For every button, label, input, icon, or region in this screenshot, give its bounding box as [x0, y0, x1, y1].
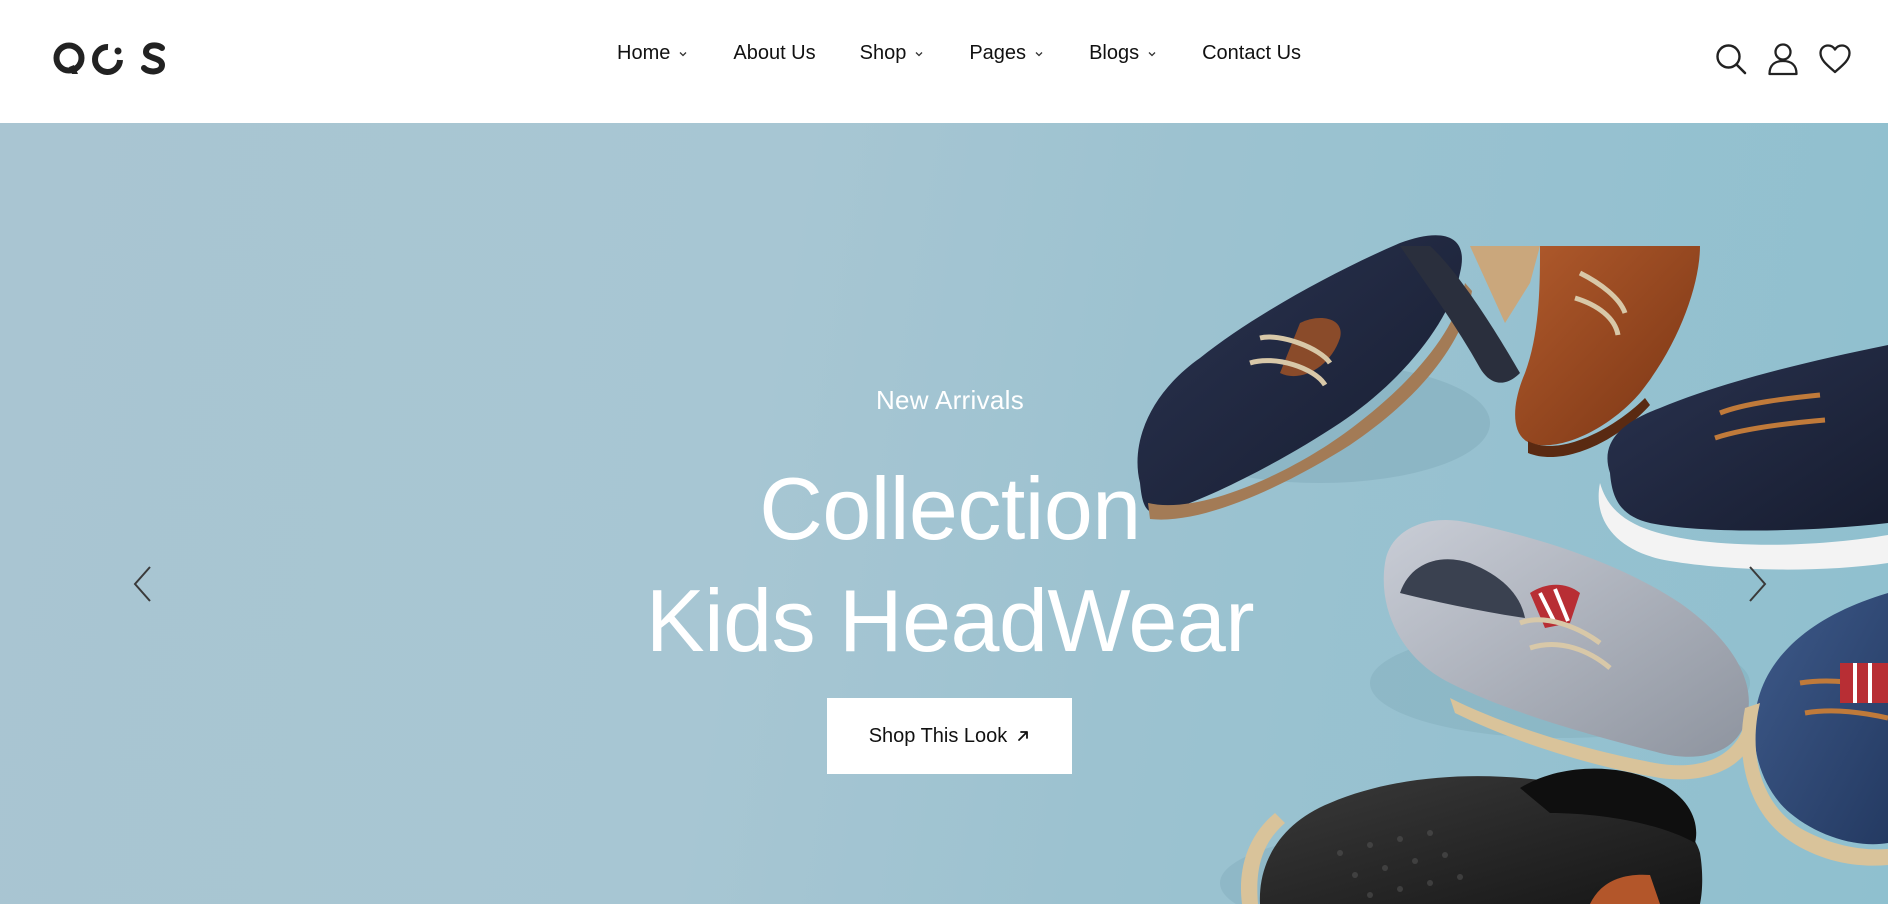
chevron-down-icon — [1148, 51, 1156, 56]
slider-prev-button[interactable] — [122, 561, 162, 607]
nav-item-blogs[interactable]: Blogs — [1089, 42, 1158, 65]
nav-item-label: About Us — [733, 42, 816, 64]
cta-label: Shop This Look — [868, 724, 1008, 747]
chevron-down-icon — [679, 51, 687, 56]
nav-item-label: Blogs — [1089, 42, 1140, 64]
nav-item-about-us[interactable]: About Us — [733, 42, 815, 65]
chevron-down-icon — [915, 51, 923, 56]
slider-next-button[interactable] — [1738, 561, 1778, 607]
search-button[interactable] — [1712, 40, 1750, 78]
hero-shoes-image — [1137, 235, 1888, 904]
search-icon — [1716, 44, 1747, 75]
chevron-right-icon — [1749, 566, 1767, 602]
nav-item-label: Contact Us — [1202, 42, 1302, 64]
header-actions — [1698, 40, 1854, 78]
account-button[interactable] — [1764, 40, 1802, 78]
nav-item-label: Shop — [859, 42, 907, 64]
hero-slider: New Arrivals Collection Kids HeadWear Sh… — [0, 123, 1888, 904]
nav-item-pages[interactable]: Pages — [969, 42, 1045, 65]
nav-item-contact-us[interactable]: Contact Us — [1202, 42, 1301, 65]
nav-item-label: Home — [617, 42, 671, 64]
nav-item-home[interactable]: Home — [617, 42, 689, 65]
logo[interactable] — [52, 38, 170, 78]
chevron-left-icon — [133, 566, 151, 602]
arrow-up-right-icon — [1018, 731, 1029, 741]
heart-icon — [1819, 44, 1851, 74]
user-icon — [1768, 43, 1798, 76]
main-nav: Home About Us Shop Pages Blogs Contact U… — [617, 42, 1301, 65]
logo-mark — [53, 42, 166, 75]
wishlist-button[interactable] — [1816, 40, 1854, 78]
nav-item-label: Pages — [969, 42, 1027, 64]
nav-item-shop[interactable]: Shop — [860, 42, 926, 65]
site-header: Home About Us Shop Pages Blogs Contact U… — [0, 0, 1888, 123]
chevron-down-icon — [1035, 51, 1043, 56]
shop-this-look-button[interactable]: Shop This Look — [827, 698, 1072, 774]
